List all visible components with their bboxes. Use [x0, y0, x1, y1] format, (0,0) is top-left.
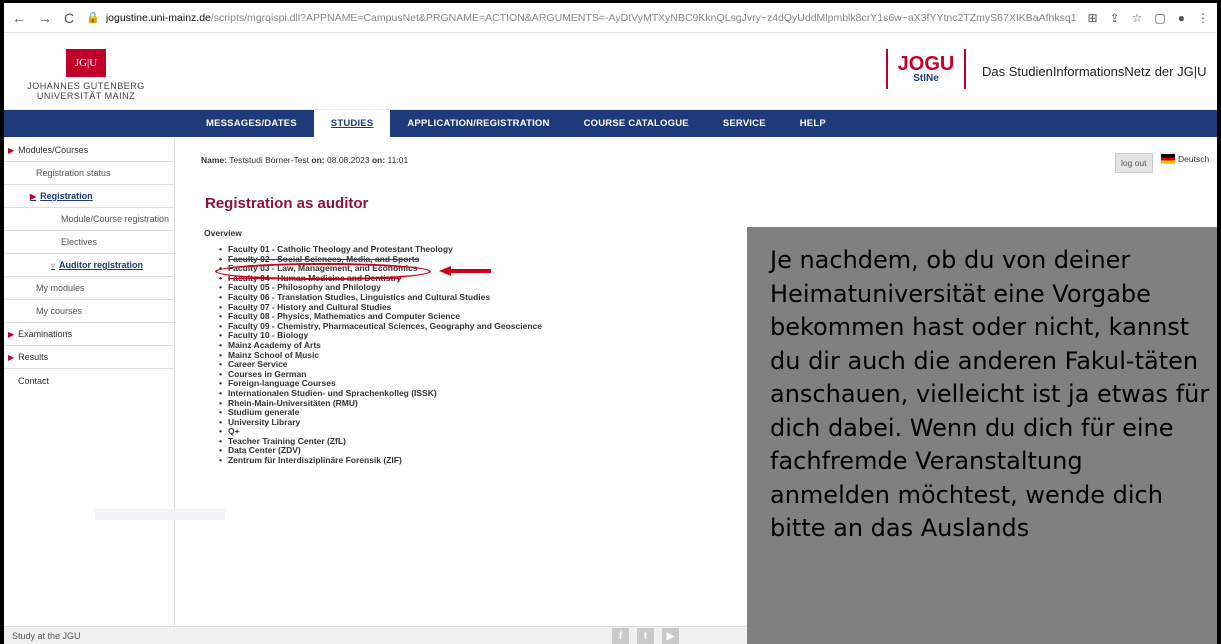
bookmark-star-icon[interactable]: ☆ — [1132, 11, 1143, 25]
jgu-logo[interactable]: JG|U JOHANNES GUTENBERG UNIVERSITÄT MAIN… — [26, 49, 146, 101]
reload-icon[interactable]: C — [64, 10, 74, 26]
forward-icon[interactable]: → — [38, 10, 52, 26]
social-links: f t ▶ — [612, 628, 679, 644]
faded-ghost-element — [95, 509, 225, 520]
sidebar-item-label: Registration status — [36, 168, 111, 178]
sidebar-item-label: Electives — [61, 237, 98, 247]
sidebar: ▶ Modules/Courses Registration status ▶ … — [4, 139, 175, 639]
address-bar[interactable]: jogustine.uni-mainz.de/scripts/mgrqispi.… — [106, 12, 1076, 24]
logout-button[interactable]: log out — [1115, 153, 1153, 173]
sidebar-item-module-course-registration[interactable]: Module/Course registration — [4, 208, 174, 231]
facebook-icon[interactable]: f — [612, 628, 629, 644]
nav-help[interactable]: HELP — [783, 110, 843, 137]
header-tagline: Das StudienInformationsNetz der JG|U — [982, 64, 1207, 79]
jogustine-logo-top: JOGU — [897, 52, 955, 75]
sidebar-item-results[interactable]: ▶ Results — [4, 346, 174, 369]
sidebar-item-label: My modules — [36, 283, 85, 293]
browser-toolbar: ← → C 🔒 jogustine.uni-mainz.de/scripts/m… — [4, 3, 1217, 33]
main-navigation: MESSAGES/DATES STUDIES APPLICATION/REGIS… — [4, 110, 1217, 137]
lock-icon[interactable]: 🔒 — [86, 11, 100, 24]
jogustine-logo[interactable]: JOGU StINe — [886, 49, 966, 89]
sidebar-item-my-courses[interactable]: My courses — [4, 300, 174, 323]
university-name-line2: UNIVERSITÄT MAINZ — [36, 91, 136, 101]
date-label: on: — [311, 155, 325, 165]
footer-study-link[interactable]: Study at the JGU — [12, 631, 81, 641]
nav-application-registration[interactable]: APPLICATION/REGISTRATION — [390, 110, 566, 137]
triangle-right-icon: ▶ — [8, 329, 15, 339]
highlight-arrow-icon — [439, 266, 491, 276]
triangle-right-icon: ▶ — [30, 191, 37, 201]
university-name-line1: JOHANNES GUTENBERG — [27, 81, 145, 91]
sidebar-item-label: Modules/Courses — [18, 145, 89, 155]
language-switch[interactable]: Deutsch — [1161, 154, 1209, 164]
sidebar-item-label: Examinations — [18, 329, 73, 339]
link-university-library[interactable]: University Library — [219, 417, 542, 428]
sidebar-item-my-modules[interactable]: My modules — [4, 277, 174, 300]
translate-icon[interactable]: ⊞ — [1088, 11, 1098, 25]
sidebar-item-registration[interactable]: ▶ Registration — [4, 185, 174, 208]
sidebar-item-electives[interactable]: Electives — [4, 231, 174, 254]
sidebar-item-modules-courses[interactable]: ▶ Modules/Courses — [4, 139, 174, 162]
link-zif[interactable]: Zentrum für Interdisziplinäre Forensik (… — [219, 455, 542, 466]
sidepanel-icon[interactable]: ▢ — [1154, 11, 1165, 25]
jgu-mark: JG|U — [66, 49, 106, 77]
sidebar-item-examinations[interactable]: ▶ Examinations — [4, 323, 174, 346]
menu-icon[interactable]: ⋮ — [1197, 11, 1209, 25]
user-label: Name: — [201, 155, 227, 165]
sidebar-item-contact[interactable]: Contact — [4, 369, 174, 392]
jogustine-logo-bottom: StINe — [913, 72, 939, 84]
page-title: Registration as auditor — [205, 195, 369, 212]
profile-icon[interactable]: ● — [1178, 11, 1185, 25]
user-name: Teststudi Börner-Test — [229, 155, 310, 165]
url-path: /scripts/mgrqispi.dll?APPNAME=CampusNet&… — [210, 11, 1076, 24]
triangle-right-icon: ▶ — [8, 145, 15, 155]
login-time: 11:01 — [387, 155, 409, 165]
language-label: Deutsch — [1178, 154, 1210, 164]
nav-service[interactable]: SERVICE — [706, 110, 783, 137]
overview-label: Overview — [204, 228, 242, 238]
sidebar-item-label: Registration — [40, 191, 93, 201]
caption-overlay: Je nachdem, ob du von deiner Heimatunive… — [747, 227, 1217, 644]
sidebar-item-label: Auditor registration — [59, 260, 144, 270]
sidebar-item-label: Module/Course registration — [61, 214, 170, 224]
nav-messages-dates[interactable]: MESSAGES/DATES — [189, 110, 314, 137]
german-flag-icon — [1161, 154, 1175, 164]
login-date: 08.08.2023 — [327, 155, 370, 165]
youtube-icon[interactable]: ▶ — [662, 628, 679, 644]
site-header: JG|U JOHANNES GUTENBERG UNIVERSITÄT MAIN… — [4, 33, 1217, 110]
highlight-circle — [215, 263, 431, 280]
back-icon[interactable]: ← — [12, 10, 26, 26]
sidebar-item-label: Results — [18, 352, 49, 362]
twitter-icon[interactable]: t — [637, 628, 654, 644]
university-name: JOHANNES GUTENBERG UNIVERSITÄT MAINZ — [26, 81, 146, 101]
share-icon[interactable]: ⇪ — [1110, 11, 1120, 25]
sidebar-item-registration-status[interactable]: Registration status — [4, 162, 174, 185]
nav-studies[interactable]: STUDIES — [313, 110, 391, 137]
url-host: jogustine.uni-mainz.de — [105, 11, 211, 24]
browser-window: ← → C 🔒 jogustine.uni-mainz.de/scripts/m… — [4, 3, 1217, 644]
sidebar-item-auditor-registration[interactable]: ▿ Auditor registration — [4, 254, 174, 277]
triangle-right-icon: ▿ — [51, 260, 56, 270]
triangle-right-icon: ▶ — [8, 352, 15, 362]
sidebar-item-label: My courses — [36, 306, 83, 316]
sidebar-item-label: Contact — [18, 375, 50, 386]
time-label: on: — [371, 155, 386, 165]
user-info-line: Name: Teststudi Börner-Test on: 08.08.20… — [201, 155, 408, 165]
nav-course-catalogue[interactable]: COURSE CATALOGUE — [567, 110, 706, 137]
caption-text: Je nachdem, ob du von deiner Heimatunive… — [770, 246, 1210, 542]
